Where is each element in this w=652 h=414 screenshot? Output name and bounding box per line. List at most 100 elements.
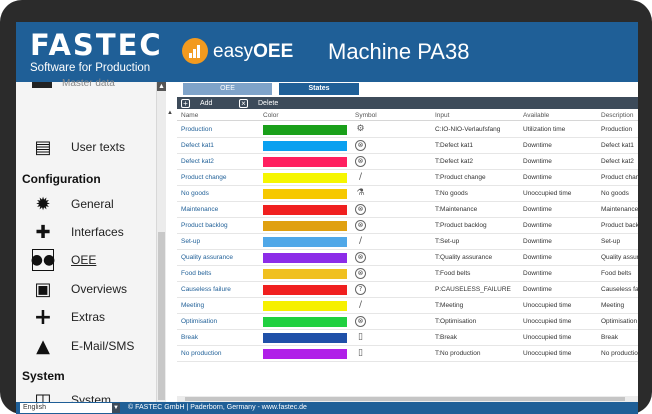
table-row[interactable]: No goods ⚗ T:No goods Unoccupied time No goo…: [177, 186, 638, 202]
sidebar-item-extras[interactable]: + Extras: [32, 304, 106, 330]
color-swatch[interactable]: [263, 157, 347, 167]
table-row[interactable]: Defect kat1 ⊗ T:Defect kat1 Downtime Defect …: [177, 138, 638, 154]
color-swatch[interactable]: [263, 253, 347, 263]
plus-icon: +: [33, 304, 53, 330]
column-header-input[interactable]: Input: [435, 112, 449, 119]
column-header-symbol[interactable]: Symbol: [355, 112, 377, 119]
table-row[interactable]: Optimisation ⊗ T:Optimisation Unoccupied ti…: [177, 314, 638, 330]
column-header-available[interactable]: Available: [523, 112, 549, 119]
color-swatch[interactable]: [263, 269, 347, 279]
available-cell: Unoccupied time: [523, 350, 572, 357]
column-header-description[interactable]: Description: [601, 112, 634, 119]
x-circle-icon[interactable]: ⊗: [355, 140, 366, 151]
input-cell: T:Meeting: [435, 302, 464, 309]
color-swatch[interactable]: [263, 205, 347, 215]
description-cell: No goods: [601, 190, 629, 197]
description-cell: No production: [601, 350, 638, 357]
sidebar-item-general[interactable]: ✹ General: [32, 192, 114, 216]
add-button[interactable]: + Add: [181, 97, 212, 109]
question-icon[interactable]: ?: [355, 284, 366, 295]
color-swatch[interactable]: [263, 317, 347, 327]
color-swatch[interactable]: [263, 349, 347, 359]
sidebar-item-email-sms[interactable]: ▲ E-Mail/SMS: [32, 334, 134, 358]
page-title: Machine PA38: [328, 39, 470, 64]
horizontal-scrollbar-thumb[interactable]: [185, 397, 625, 401]
master-data-icon[interactable]: [32, 82, 52, 88]
state-name-cell: Production: [181, 126, 213, 133]
wrench-icon[interactable]: ∕: [355, 236, 366, 247]
sidebar-item-label: Extras: [71, 310, 106, 324]
sidebar-scrollbar[interactable]: ▲: [156, 82, 166, 402]
delete-button-label: Delete: [258, 99, 279, 107]
language-select[interactable]: English: [20, 403, 112, 413]
column-header-name[interactable]: Name: [181, 112, 198, 119]
tab-states[interactable]: States: [279, 83, 359, 95]
flask-icon[interactable]: ⚗: [355, 188, 366, 199]
easyoee-logo-icon: [182, 38, 208, 64]
description-cell: Optimisation: [601, 318, 638, 325]
tab-oee[interactable]: OEE: [183, 83, 272, 95]
sidebar-item-label: Overviews: [71, 282, 128, 296]
table-row[interactable]: Production ⚙ C:IO-NIO-Verlaufsfang Utilizat…: [177, 122, 638, 138]
x-circle-icon[interactable]: ⊗: [355, 156, 366, 167]
color-swatch[interactable]: [263, 237, 347, 247]
table-row[interactable]: Quality assurance ⊗ T:Quality assurance Dow…: [177, 250, 638, 266]
table-row[interactable]: Product backlog ⊗ T:Product backlog Downtim…: [177, 218, 638, 234]
available-cell: Downtime: [523, 142, 552, 149]
available-cell: Downtime: [523, 222, 552, 229]
scroll-up-icon[interactable]: ▲: [157, 82, 166, 91]
state-name-cell: No production: [181, 350, 222, 357]
color-swatch[interactable]: [263, 301, 347, 311]
table-row[interactable]: Defect kat2 ⊗ T:Defect kat2 Downtime Defect …: [177, 154, 638, 170]
color-swatch[interactable]: [263, 125, 347, 135]
description-cell: Product backlog: [601, 222, 638, 229]
state-name-cell: Food belts: [181, 270, 212, 277]
available-cell: Unoccupied time: [523, 190, 572, 197]
product-name-easy: easy: [213, 41, 254, 62]
table-row[interactable]: Set-up ∕ T:Set-up Downtime Set-up: [177, 234, 638, 250]
color-swatch[interactable]: [263, 141, 347, 151]
gears-icon[interactable]: ⚙: [355, 124, 366, 135]
table-scroll-up-icon[interactable]: ▲: [167, 110, 176, 116]
sidebar-item-interfaces[interactable]: ✚ Interfaces: [32, 220, 124, 244]
table-row[interactable]: Maintenance ⊗ T:Maintenance Downtime Mainten…: [177, 202, 638, 218]
delete-button[interactable]: × Delete: [239, 97, 278, 109]
table-row[interactable]: Product change ∕ T:Product change Downtime P…: [177, 170, 638, 186]
wrench-icon[interactable]: ∕: [355, 300, 366, 311]
table-row[interactable]: No production ▯ T:No production Unoccupied …: [177, 346, 638, 362]
available-cell: Unoccupied time: [523, 302, 572, 309]
input-cell: T:Quality assurance: [435, 254, 493, 261]
state-name-cell: No goods: [181, 190, 209, 197]
x-circle-icon[interactable]: ⊗: [355, 220, 366, 231]
sidebar-item-overviews[interactable]: ▣ Overviews: [32, 277, 127, 301]
sidebar-item-master-data[interactable]: Master data: [62, 78, 115, 89]
sidebar-item-label: Interfaces: [71, 225, 124, 239]
state-name-cell: Quality assurance: [181, 254, 234, 261]
x-circle-icon[interactable]: ⊗: [355, 252, 366, 263]
description-cell: Meeting: [601, 302, 625, 309]
color-swatch[interactable]: [263, 173, 347, 183]
table-row[interactable]: Meeting ∕ T:Meeting Unoccupied time Meeting: [177, 298, 638, 314]
table-row[interactable]: Causeless failure? P:CAUSELESS_FAILURE Dow…: [177, 282, 638, 298]
x-circle-icon[interactable]: ⊗: [355, 268, 366, 279]
chevron-down-icon[interactable]: ▼: [112, 403, 120, 413]
trash-icon[interactable]: ▯: [355, 348, 366, 359]
wrench-icon[interactable]: ∕: [355, 172, 366, 183]
available-cell: Downtime: [523, 206, 552, 213]
sidebar-item-label: General: [71, 197, 114, 211]
toolbar: + Add × Delete: [177, 97, 638, 109]
color-swatch[interactable]: [263, 221, 347, 231]
table-row[interactable]: Break ▯ T:Break Unoccupied time Break: [177, 330, 638, 346]
table-row[interactable]: Food belts ⊗ T:Food belts Downtime Food belt…: [177, 266, 638, 282]
sidebar-item-user-texts[interactable]: ▤ User texts: [32, 135, 125, 159]
x-circle-icon[interactable]: ⊗: [355, 316, 366, 327]
color-swatch[interactable]: [263, 189, 347, 199]
description-cell: Food belts: [601, 270, 632, 277]
x-circle-icon[interactable]: ⊗: [355, 204, 366, 215]
sidebar-item-oee[interactable]: ●● OEE: [31, 248, 96, 272]
sidebar-scrollbar-thumb[interactable]: [158, 232, 165, 400]
column-header-color[interactable]: Color: [263, 112, 279, 119]
color-swatch[interactable]: [263, 333, 347, 343]
color-swatch[interactable]: [263, 285, 347, 295]
trash-icon[interactable]: ▯: [355, 332, 366, 343]
